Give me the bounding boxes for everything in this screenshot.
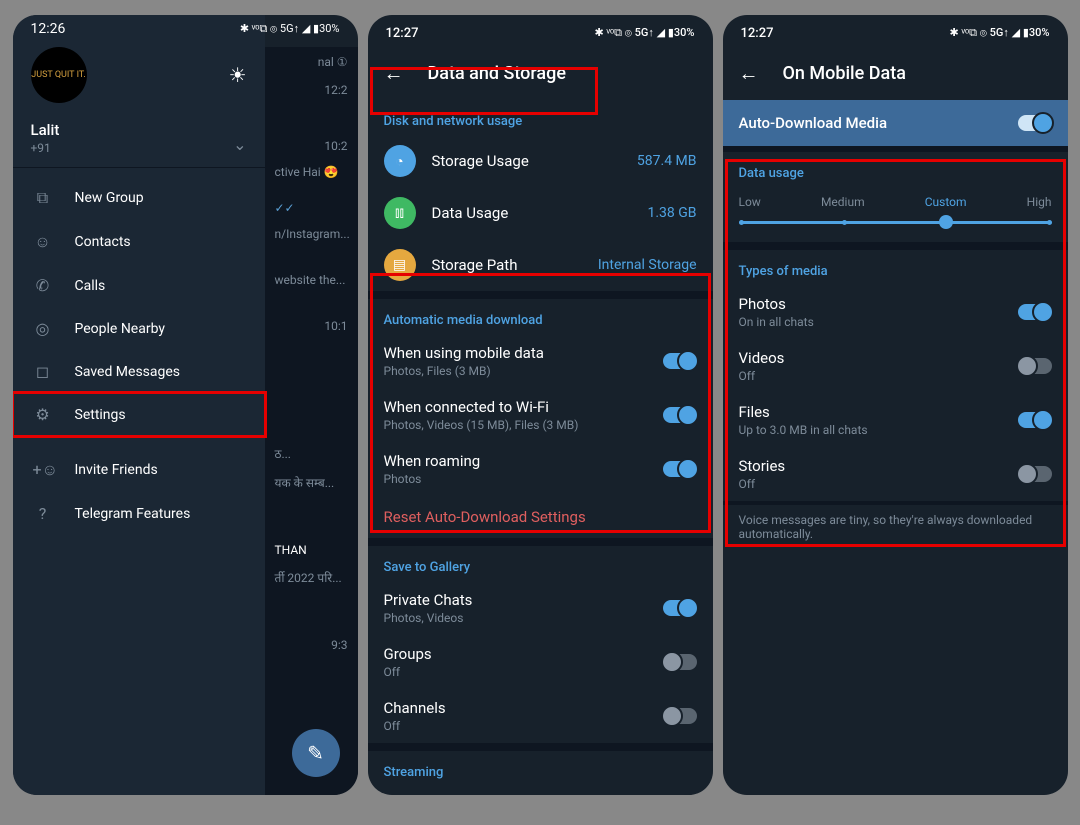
help-icon: ? <box>33 504 53 523</box>
status-icons: ✱ ᵛᵒ⧉ ⦾ 5G↑ ◢ ▮30% <box>240 21 340 37</box>
phone-mobile-data: 12:27 ✱ ᵛᵒ⧉ ⦾ 5G↑ ◢ ▮30% ← On Mobile Dat… <box>723 15 1068 795</box>
row-files[interactable]: FilesUp to 3.0 MB in all chats <box>723 393 1068 447</box>
page-title: On Mobile Data <box>783 63 906 84</box>
slider-thumb[interactable] <box>939 215 953 229</box>
toggle-channels[interactable] <box>663 708 697 724</box>
row-roaming[interactable]: When roamingPhotos <box>368 442 713 496</box>
theme-toggle-icon[interactable]: ☀ <box>229 63 247 87</box>
group-icon: ⧉ <box>33 188 53 208</box>
phone-drawer: 12:26 ✱ ᵛᵒ⧉ ⦾ 5G↑ ◢ ▮30% nal ① 12:2 10:2… <box>13 15 358 795</box>
menu-people-nearby[interactable]: ◎People Nearby <box>13 307 265 350</box>
toggle-wifi[interactable] <box>663 407 697 423</box>
row-auto-download-media[interactable]: Auto-Download Media <box>723 100 1068 146</box>
toggle-files[interactable] <box>1018 412 1052 428</box>
section-auto-download: Automatic media download <box>368 299 713 334</box>
menu-invite[interactable]: +☺Invite Friends <box>13 448 265 492</box>
menu-features[interactable]: ?Telegram Features <box>13 492 265 535</box>
compose-fab[interactable]: ✎ <box>292 729 340 777</box>
status-icons: ✱ ᵛᵒ⧉ ⦾ 5G↑ ◢ ▮30% <box>595 26 695 40</box>
data-usage-slider[interactable]: Low Medium Custom High <box>723 195 1068 242</box>
row-private-chats[interactable]: Private ChatsPhotos, Videos <box>368 581 713 635</box>
page-title: Data and Storage <box>428 63 566 84</box>
statusbar: 12:27 ✱ ᵛᵒ⧉ ⦾ 5G↑ ◢ ▮30% <box>368 15 713 47</box>
row-channels[interactable]: ChannelsOff <box>368 689 713 743</box>
toggle-groups[interactable] <box>663 654 697 670</box>
voice-footnote: Voice messages are tiny, so they're alwa… <box>723 505 1068 549</box>
invite-icon: +☺ <box>33 460 53 480</box>
navigation-drawer: JUST QUIT IT. ☀ Lalit +91 ⌄ ⧉New Group ☺… <box>13 15 265 795</box>
section-streaming: Streaming <box>368 751 713 786</box>
row-stories[interactable]: StoriesOff <box>723 447 1068 501</box>
menu-saved[interactable]: ◻Saved Messages <box>13 350 265 393</box>
header: ← Data and Storage <box>368 47 713 100</box>
bookmark-icon: ◻ <box>33 362 53 381</box>
statusbar: 12:27 ✱ ᵛᵒ⧉ ⦾ 5G↑ ◢ ▮30% <box>723 15 1068 47</box>
header: ← On Mobile Data <box>723 47 1068 100</box>
data-icon: ⫾⫾ <box>384 197 416 229</box>
menu-settings[interactable]: ⚙Settings <box>13 393 265 436</box>
row-videos[interactable]: VideosOff <box>723 339 1068 393</box>
row-stream[interactable]: Stream Videos and Audio Files <box>368 786 713 795</box>
row-storage-path[interactable]: ▤ Storage Path Internal Storage <box>368 239 713 291</box>
toggle-roaming[interactable] <box>663 461 697 477</box>
phone-icon: ✆ <box>33 276 53 295</box>
status-time: 12:26 <box>31 21 66 37</box>
row-data-usage[interactable]: ⫾⫾ Data Usage 1.38 GB <box>368 187 713 239</box>
contact-icon: ☺ <box>33 232 53 252</box>
drawer-username: Lalit <box>31 121 247 139</box>
back-icon[interactable]: ← <box>384 61 404 86</box>
section-types-media: Types of media <box>723 250 1068 285</box>
reset-auto-download[interactable]: Reset Auto-Download Settings <box>368 496 713 538</box>
toggle-stories[interactable] <box>1018 466 1052 482</box>
row-groups[interactable]: GroupsOff <box>368 635 713 689</box>
toggle-auto-download[interactable] <box>1018 115 1052 131</box>
gear-icon: ⚙ <box>33 405 53 424</box>
chevron-down-icon[interactable]: ⌄ <box>233 135 246 154</box>
statusbar: 12:26 ✱ ᵛᵒ⧉ ⦾ 5G↑ ◢ ▮30% <box>31 21 340 37</box>
avatar[interactable]: JUST QUIT IT. <box>31 47 87 103</box>
row-storage-usage[interactable]: ◔ Storage Usage 587.4 MB <box>368 135 713 187</box>
status-icons: ✱ ᵛᵒ⧉ ⦾ 5G↑ ◢ ▮30% <box>950 26 1050 40</box>
toggle-photos[interactable] <box>1018 304 1052 320</box>
phone-data-storage: 12:27 ✱ ᵛᵒ⧉ ⦾ 5G↑ ◢ ▮30% ← Data and Stor… <box>368 15 713 795</box>
menu-new-group[interactable]: ⧉New Group <box>13 176 265 220</box>
nearby-icon: ◎ <box>33 319 53 338</box>
menu-calls[interactable]: ✆Calls <box>13 264 265 307</box>
status-time: 12:27 <box>386 26 419 41</box>
toggle-videos[interactable] <box>1018 358 1052 374</box>
toggle-mobile[interactable] <box>663 353 697 369</box>
chat-background: nal ① 12:2 10:2 ctive Hai 😍 ✓✓ n/Instagr… <box>265 47 358 795</box>
toggle-private[interactable] <box>663 600 697 616</box>
storage-icon: ◔ <box>384 145 416 177</box>
row-wifi[interactable]: When connected to Wi-FiPhotos, Videos (1… <box>368 388 713 442</box>
back-icon[interactable]: ← <box>739 61 759 86</box>
menu-contacts[interactable]: ☺Contacts <box>13 220 265 264</box>
section-data-usage: Data usage <box>723 152 1068 187</box>
sd-icon: ▤ <box>384 249 416 281</box>
section-disk: Disk and network usage <box>368 100 713 135</box>
drawer-phone: +91 ⌄ <box>31 141 247 155</box>
row-photos[interactable]: PhotosOn in all chats <box>723 285 1068 339</box>
row-mobile-data[interactable]: When using mobile dataPhotos, Files (3 M… <box>368 334 713 388</box>
status-time: 12:27 <box>741 26 774 41</box>
section-save-gallery: Save to Gallery <box>368 546 713 581</box>
